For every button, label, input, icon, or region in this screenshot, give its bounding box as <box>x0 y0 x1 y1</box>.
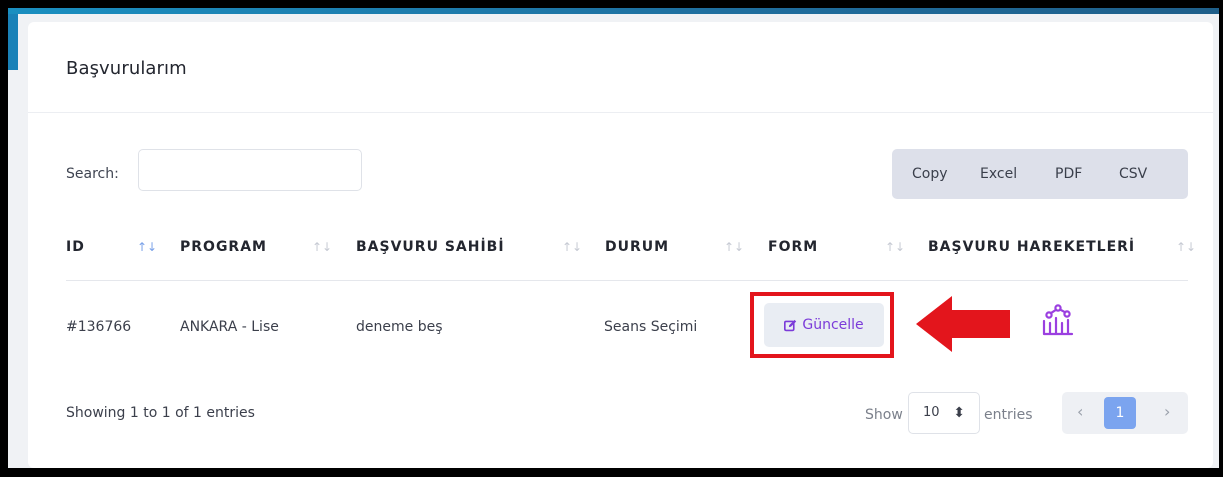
show-label: Show <box>865 407 903 423</box>
annotation-arrow-icon <box>916 296 1010 352</box>
cell-id: #136766 <box>66 319 132 335</box>
table-header-divider <box>66 280 1188 281</box>
csv-button[interactable]: CSV <box>1119 166 1147 182</box>
page-length-value: 10 <box>923 405 940 420</box>
previous-page-button[interactable]: ‹ <box>1077 402 1083 421</box>
cell-status: Seans Seçimi <box>604 319 698 335</box>
entries-label: entries <box>984 407 1033 423</box>
top-header-bar <box>8 8 1219 14</box>
sort-icon[interactable]: ↑↓ <box>312 240 332 254</box>
column-header-history[interactable]: BAŞVURU HAREKETLERİ <box>928 239 1135 255</box>
column-header-applicant[interactable]: BAŞVURU SAHİBİ <box>356 239 505 255</box>
column-header-status[interactable]: DURUM <box>605 239 669 255</box>
search-input[interactable] <box>138 149 362 191</box>
applications-card: Başvurularım Search: Copy Excel PDF CSV … <box>28 22 1213 468</box>
sort-icon[interactable]: ↑↓ <box>1176 240 1196 254</box>
sort-icon[interactable]: ↑↓ <box>562 240 582 254</box>
annotation-highlight-box <box>750 292 894 358</box>
table-info: Showing 1 to 1 of 1 entries <box>66 405 255 421</box>
copy-button[interactable]: Copy <box>912 166 948 182</box>
next-page-button[interactable]: › <box>1164 402 1170 421</box>
column-header-id[interactable]: ID <box>66 239 85 255</box>
app-frame: Başvurularım Search: Copy Excel PDF CSV … <box>8 8 1219 468</box>
pdf-button[interactable]: PDF <box>1055 166 1082 182</box>
chart-people-icon[interactable] <box>1041 303 1075 337</box>
excel-button[interactable]: Excel <box>980 166 1017 182</box>
card-header-divider <box>28 112 1213 113</box>
page-1-button[interactable]: 1 <box>1104 397 1136 429</box>
column-header-program[interactable]: PROGRAM <box>180 239 267 255</box>
sort-icon[interactable]: ↑↓ <box>885 240 905 254</box>
pagination: ‹ 1 › <box>1062 392 1188 434</box>
sort-icon[interactable]: ↑↓ <box>724 240 744 254</box>
page-length-select[interactable]: 10 ⬍ <box>908 392 980 434</box>
page-title: Başvurularım <box>66 58 187 79</box>
sidebar-edge <box>8 14 18 70</box>
column-header-form[interactable]: FORM <box>768 239 818 255</box>
cell-program: ANKARA - Lise <box>180 319 279 335</box>
search-label: Search: <box>66 166 119 182</box>
select-arrows-icon: ⬍ <box>953 405 965 421</box>
sort-icon[interactable]: ↑↓ <box>137 240 157 254</box>
cell-applicant: deneme beş <box>356 319 443 335</box>
export-button-group: Copy Excel PDF CSV <box>892 149 1188 199</box>
